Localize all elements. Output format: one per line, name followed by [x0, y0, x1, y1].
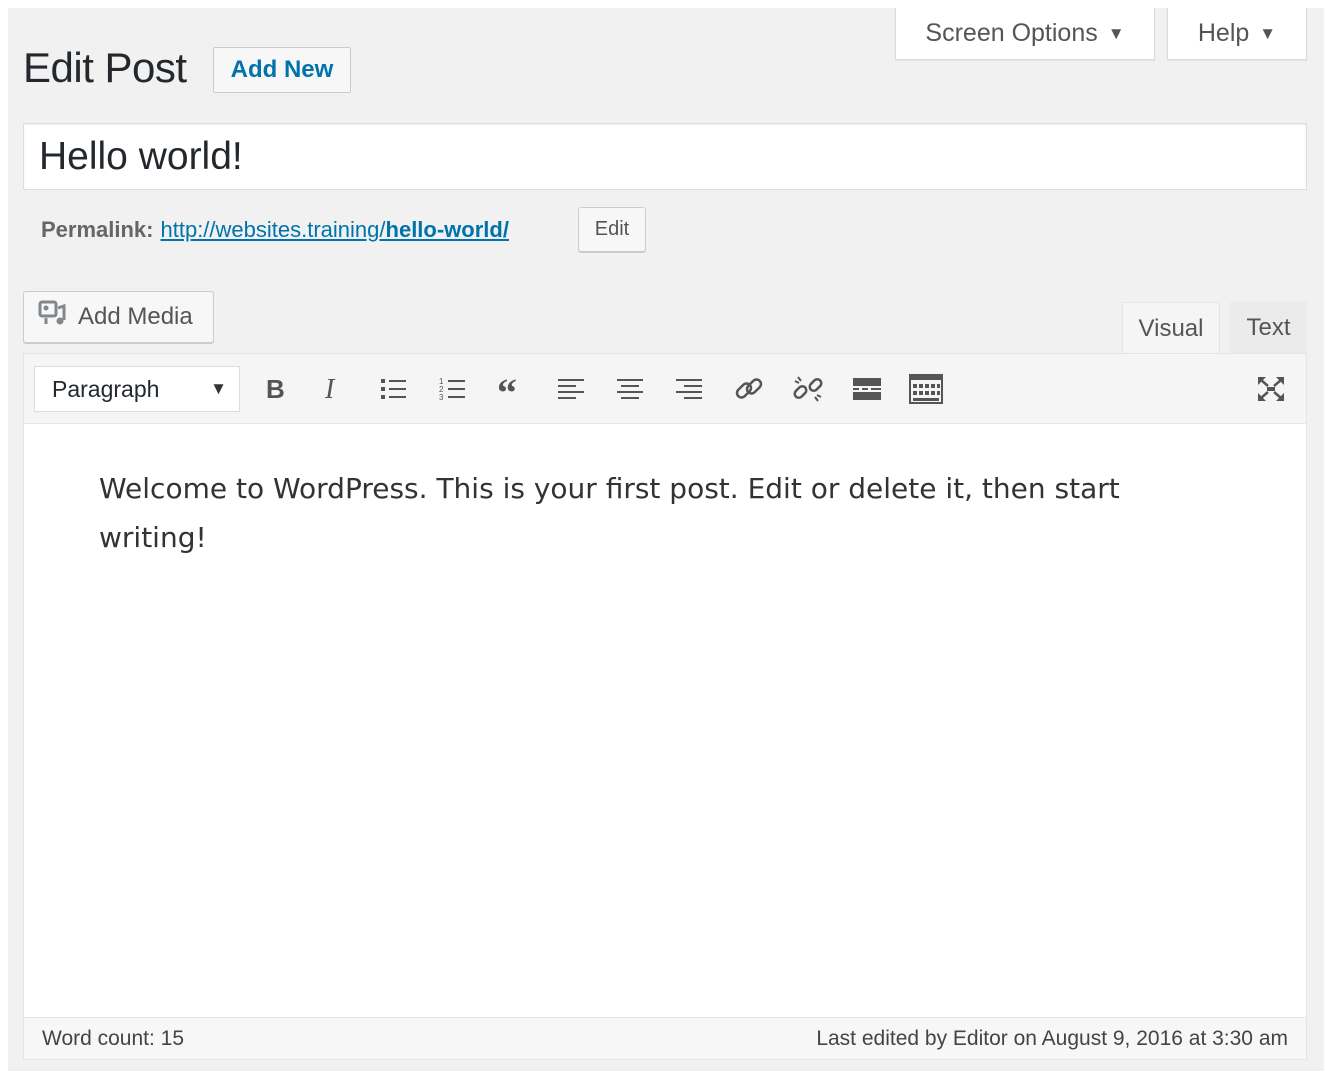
- edit-permalink-button[interactable]: Edit: [578, 207, 646, 252]
- tab-visual[interactable]: Visual: [1122, 302, 1220, 354]
- bulleted-list-button[interactable]: [374, 368, 414, 410]
- tab-text[interactable]: Text: [1230, 302, 1307, 354]
- permalink-row: Permalink: http://websites.training/hell…: [41, 210, 509, 250]
- format-select-value: Paragraph: [52, 375, 160, 402]
- add-new-button[interactable]: Add New: [213, 47, 351, 93]
- svg-text:B: B: [266, 376, 285, 402]
- editor-container: Paragraph ▼ B I 1 2 3 “ Welcome to WordP…: [23, 353, 1307, 1060]
- numbered-list-icon: 1 2 3: [439, 377, 465, 402]
- post-content-editor[interactable]: Welcome to WordPress. This is your first…: [24, 424, 1306, 1018]
- align-center-icon: [617, 379, 643, 399]
- svg-text:I: I: [324, 376, 336, 402]
- align-left-icon: [558, 379, 584, 399]
- screen-options-label: Screen Options: [925, 19, 1098, 47]
- align-right-icon: [676, 379, 702, 399]
- svg-text:3: 3: [439, 393, 444, 402]
- format-select[interactable]: Paragraph ▼: [34, 366, 240, 412]
- caret-down-icon: ▼: [1107, 23, 1125, 43]
- add-media-button[interactable]: Add Media: [23, 291, 214, 343]
- screen-options-button[interactable]: Screen Options ▼: [895, 8, 1155, 60]
- permalink-base: http://websites.training/: [160, 217, 386, 242]
- help-label: Help: [1197, 19, 1250, 47]
- link-icon: [735, 378, 763, 399]
- add-media-icon: [38, 300, 68, 335]
- align-center-button[interactable]: [610, 368, 650, 410]
- italic-icon: I: [324, 376, 336, 402]
- blockquote-button[interactable]: “: [492, 368, 532, 410]
- editor-status-bar: Word count: 15 Last edited by Editor on …: [24, 1017, 1306, 1059]
- bold-button[interactable]: B: [256, 368, 296, 410]
- svg-text:“: “: [497, 376, 517, 402]
- permalink-link[interactable]: http://websites.training/hello-world/: [161, 217, 509, 243]
- toolbar-toggle-icon: [909, 374, 943, 404]
- add-media-label: Add Media: [78, 303, 193, 330]
- bold-icon: B: [266, 376, 285, 402]
- fullscreen-button[interactable]: [1251, 368, 1291, 410]
- caret-down-icon: ▼: [210, 379, 227, 398]
- unlink-icon: [793, 376, 823, 402]
- permalink-label: Permalink:: [41, 217, 154, 242]
- align-left-button[interactable]: [551, 368, 591, 410]
- editor-toolbar: Paragraph ▼ B I 1 2 3 “: [24, 354, 1306, 424]
- word-count: Word count: 15: [42, 1027, 185, 1050]
- numbered-list-button[interactable]: 1 2 3: [433, 368, 473, 410]
- post-content-paragraph: Welcome to WordPress. This is your first…: [99, 472, 1120, 554]
- read-more-icon: [853, 378, 881, 400]
- align-right-button[interactable]: [669, 368, 709, 410]
- italic-button[interactable]: I: [314, 368, 354, 410]
- read-more-button[interactable]: [847, 368, 887, 410]
- page-title: Edit Post: [23, 44, 187, 91]
- unlink-button[interactable]: [788, 368, 828, 410]
- fullscreen-icon: [1258, 377, 1284, 401]
- help-button[interactable]: Help ▼: [1167, 8, 1307, 60]
- toolbar-toggle-button[interactable]: [906, 368, 946, 410]
- blockquote-icon: “: [497, 376, 517, 402]
- last-edited: Last edited by Editor on August 9, 2016 …: [816, 1027, 1288, 1050]
- permalink-slug: hello-world/: [385, 217, 509, 242]
- link-button[interactable]: [729, 368, 769, 410]
- bulleted-list-icon: [381, 379, 406, 399]
- post-title-input[interactable]: Hello world!: [23, 123, 1307, 190]
- caret-down-icon: ▼: [1259, 23, 1277, 43]
